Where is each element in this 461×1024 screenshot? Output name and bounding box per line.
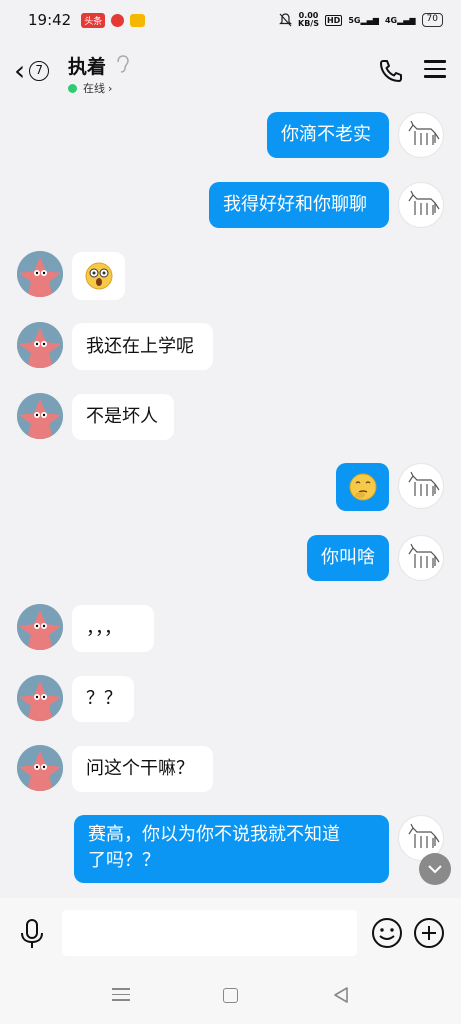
chat-header: ‹ 7 执着 在线 › [0, 44, 461, 100]
plus-icon [414, 918, 444, 948]
smiley-icon [372, 918, 402, 948]
scroll-to-bottom-button[interactable] [419, 853, 451, 885]
signal-5g-label: 5G [348, 15, 361, 25]
contact-avatar[interactable] [17, 251, 63, 297]
ear-icon [115, 55, 129, 77]
message-bubble-received[interactable]: 不是坏人 [72, 394, 174, 440]
message-bubble-sent[interactable] [336, 463, 389, 511]
system-nav-bar [0, 968, 461, 1024]
patrick-star-avatar-icon [17, 322, 63, 368]
nav-back-button[interactable] [332, 986, 350, 1004]
menu-icon-line [424, 60, 446, 63]
mute-bell-icon [279, 13, 292, 27]
message-list[interactable]: 你滴不老实 我得好好和你聊聊 我还在上学呢 不是坏人 你叫啥 ，，， ？？ 问这… [0, 0, 461, 1024]
emoji-button[interactable] [371, 917, 403, 949]
message-bubble-received[interactable] [72, 252, 125, 300]
microphone-icon [21, 919, 43, 948]
message-text: 不是坏人 [86, 406, 158, 427]
patrick-star-avatar-icon [17, 745, 63, 791]
message-bubble-sent[interactable]: 你叫啥 [307, 535, 389, 581]
battery-icon: 70 [421, 13, 443, 27]
message-bubble-sent[interactable]: 你滴不老实 [267, 112, 389, 158]
online-status-text: 在线 [83, 82, 105, 95]
online-dot-icon [68, 83, 77, 93]
contact-avatar[interactable] [17, 393, 63, 439]
contact-info[interactable]: 执着 在线 › [68, 52, 129, 96]
voice-input-button[interactable] [18, 918, 46, 950]
message-bubble-received[interactable]: 问这个干嘛？ [72, 746, 213, 792]
message-bubble-received[interactable]: ？？ [72, 676, 134, 722]
menu-lines-icon [112, 993, 130, 996]
message-bubble-sent[interactable]: 赛高，你以为你不说我就不知道 了吗？？ [74, 815, 389, 883]
notification-app-icon [111, 13, 125, 27]
phone-call-button[interactable] [378, 58, 404, 84]
patrick-star-avatar-icon [17, 675, 63, 721]
status-time: 19:42 [28, 11, 72, 29]
message-text: ？？ [86, 688, 122, 709]
status-bar: 19:42 头条 0.00 KB/S HD 5G▂▄▆ 4G▂▄▆ 70 [0, 0, 461, 40]
signal-4g-icon: 4G▂▄▆ [384, 15, 416, 25]
my-avatar[interactable] [398, 535, 444, 581]
menu-button[interactable] [424, 60, 446, 80]
triangle-back-icon [334, 987, 348, 1003]
contact-avatar[interactable] [17, 604, 63, 650]
patrick-star-avatar-icon [17, 393, 63, 439]
contact-name: 执着 [68, 56, 107, 78]
toutiao-app-icon: 头条 [81, 12, 106, 28]
thinking-emoji-icon [349, 473, 376, 501]
chevron-down-icon [428, 865, 442, 874]
horse-sketch-icon [408, 190, 440, 215]
message-text: 你滴不老实 [281, 124, 371, 145]
message-bubble-received[interactable]: ，，， [72, 605, 154, 652]
menu-icon-line [424, 75, 446, 78]
signal-4g-label: 4G [384, 15, 398, 25]
message-input[interactable] [62, 910, 357, 956]
my-avatar[interactable] [398, 112, 444, 158]
message-text: 你叫啥 [321, 547, 375, 568]
chevron-right-icon: › [108, 81, 113, 95]
phone-icon [380, 60, 402, 82]
horse-sketch-icon [408, 543, 440, 568]
message-bubble-sent[interactable]: 我得好好和你聊聊 [209, 182, 389, 228]
message-text-line: 了吗？？ [88, 850, 160, 871]
back-button[interactable]: ‹ 7 [14, 56, 60, 86]
my-avatar[interactable] [398, 463, 444, 509]
recent-apps-button[interactable] [112, 988, 130, 1002]
home-button[interactable] [223, 988, 238, 1003]
astonished-emoji-icon [85, 262, 112, 290]
signal-5g-icon: 5G▂▄▆ [348, 15, 379, 25]
my-avatar[interactable] [398, 182, 444, 228]
message-text-line: 赛高，你以为你不说我就不知道 [88, 824, 340, 845]
message-text: 问这个干嘛？ [86, 758, 194, 779]
chevron-left-icon: ‹ [14, 54, 26, 87]
notification-app-icon-2 [130, 13, 146, 27]
horse-sketch-icon [408, 120, 440, 145]
message-text: 我得好好和你聊聊 [223, 194, 367, 215]
hd-voice-icon: HD [324, 14, 343, 26]
patrick-star-avatar-icon [17, 251, 63, 297]
contact-avatar[interactable] [17, 322, 63, 368]
menu-lines-icon [112, 988, 130, 990]
menu-lines-icon [112, 999, 130, 1001]
unread-count-badge: 7 [29, 61, 50, 81]
message-bubble-received[interactable]: 我还在上学呢 [72, 323, 213, 370]
message-text: ，，， [86, 617, 122, 639]
menu-icon-line [424, 67, 446, 70]
message-text: 我还在上学呢 [86, 335, 194, 357]
input-bar [0, 898, 461, 968]
more-options-button[interactable] [413, 917, 445, 949]
contact-avatar[interactable] [17, 745, 63, 791]
online-status: 在线 › [68, 80, 129, 96]
network-speed: 0.00 KB/S [298, 12, 319, 28]
contact-avatar[interactable] [17, 675, 63, 721]
network-speed-unit: KB/S [298, 19, 319, 28]
horse-sketch-icon [408, 471, 440, 496]
patrick-star-avatar-icon [17, 604, 63, 650]
